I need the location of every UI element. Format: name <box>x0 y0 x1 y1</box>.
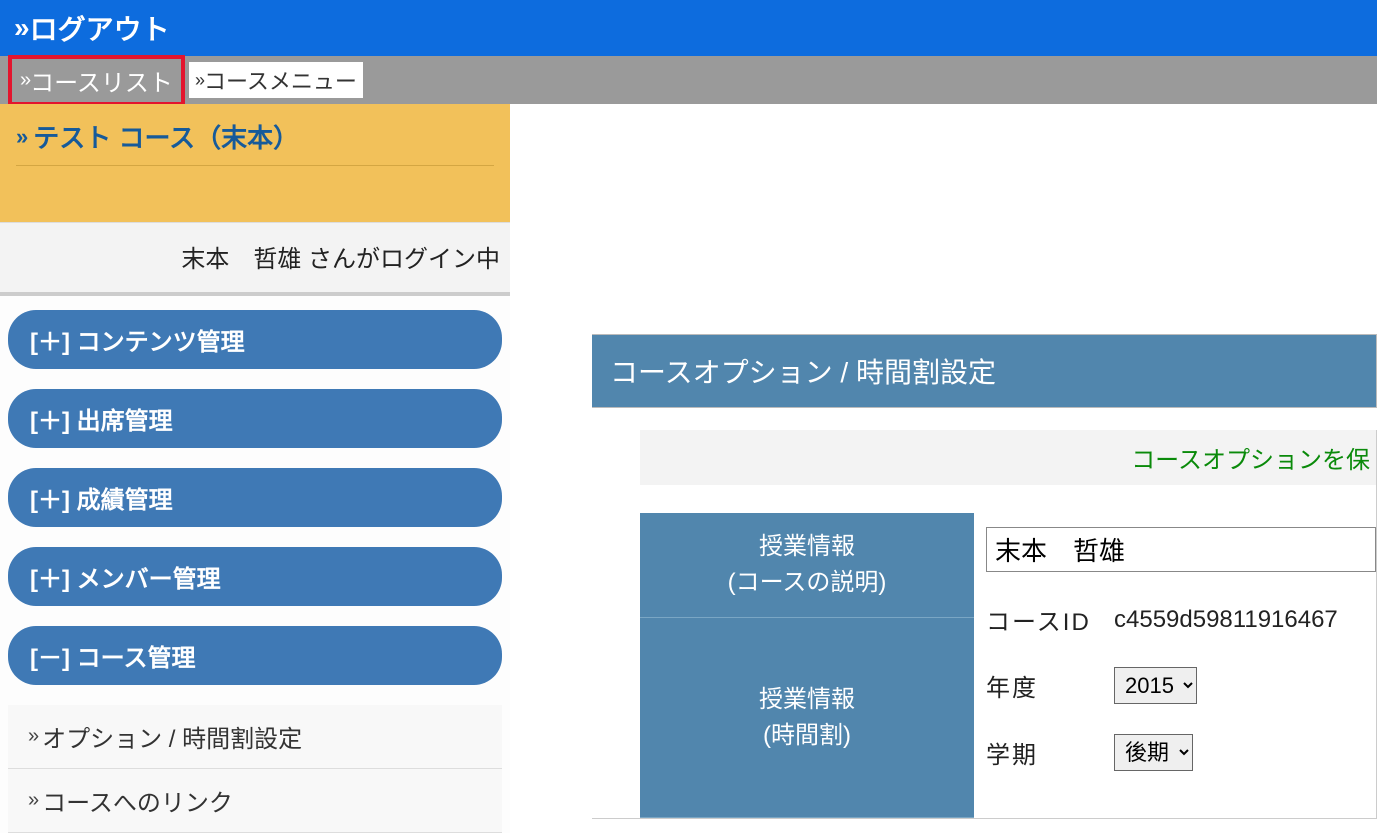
chevron-right-icon: » <box>28 789 34 812</box>
select-term[interactable]: 後期 <box>1114 734 1193 771</box>
sidebar-item-members[interactable]: [＋] メンバー管理 <box>8 547 502 606</box>
sidebar-subitem-courselink[interactable]: » コースへのリンク <box>8 769 502 833</box>
course-name-input[interactable] <box>986 527 1376 572</box>
sidebar-subitem-label: コースへのリンク <box>42 783 233 818</box>
chevron-right-icon: » <box>20 69 26 92</box>
chevron-right-icon: » <box>14 12 24 44</box>
table-header-class-info: 授業情報 (コースの説明) <box>640 513 974 618</box>
top-bar: » ログアウト <box>0 0 1377 56</box>
sidebar-item-contents[interactable]: [＋] コンテンツ管理 <box>8 310 502 369</box>
sidebar-menu: [＋] コンテンツ管理 [＋] 出席管理 [＋] 成績管理 [＋] メンバー管理… <box>0 296 510 833</box>
cell-line: 授業情報 <box>644 529 970 565</box>
select-year[interactable]: 2015 <box>1114 667 1197 704</box>
row-term: 学期 後期 <box>986 734 1376 771</box>
sidebar: » テスト コース（末本） 末本 哲雄 さんがログイン中 [＋] コンテンツ管理… <box>0 104 510 833</box>
panel-title: コースオプション / 時間割設定 <box>592 334 1377 408</box>
breadcrumb-bar: » コースリスト » コースメニュー <box>0 56 1377 104</box>
table-header-column: 授業情報 (コースの説明) 授業情報 (時間割) <box>640 513 974 818</box>
course-info-table: 授業情報 (コースの説明) 授業情報 (時間割) コースID c4559d598… <box>640 513 1376 818</box>
sidebar-item-attendance[interactable]: [＋] 出席管理 <box>8 389 502 448</box>
course-title: テスト コース（末本） <box>33 118 299 155</box>
table-header-timetable: 授業情報 (時間割) <box>640 618 974 818</box>
chevron-right-icon: » <box>28 725 34 748</box>
label-course-id: コースID <box>986 602 1114 637</box>
cell-line: (コースの説明) <box>644 565 970 601</box>
panel-body: コースオプションを保 授業情報 (コースの説明) 授業情報 (時間割) <box>592 430 1377 819</box>
breadcrumb-course-list[interactable]: » コースリスト <box>8 55 185 106</box>
login-status: 末本 哲雄 さんがログイン中 <box>0 222 510 296</box>
breadcrumb-label: コースメニュー <box>204 64 357 96</box>
success-message: コースオプションを保 <box>640 430 1376 485</box>
row-course-id: コースID c4559d59811916467 <box>986 602 1376 637</box>
sidebar-item-grades[interactable]: [＋] 成績管理 <box>8 468 502 527</box>
sidebar-item-course-mgmt[interactable]: [－] コース管理 <box>8 626 502 685</box>
sidebar-subitem-label: オプション / 時間割設定 <box>42 719 302 754</box>
table-value-column: コースID c4559d59811916467 年度 2015 学期 <box>974 513 1376 818</box>
course-header: » テスト コース（末本） <box>0 104 510 222</box>
chevron-right-icon: » <box>16 124 23 150</box>
breadcrumb-label: コースリスト <box>30 63 173 98</box>
breadcrumb-course-menu[interactable]: » コースメニュー <box>189 62 363 98</box>
logout-link[interactable]: ログアウト <box>30 8 170 48</box>
chevron-right-icon: » <box>195 70 200 91</box>
value-course-id: c4559d59811916467 <box>1114 606 1338 634</box>
main-area: コースオプション / 時間割設定 コースオプションを保 授業情報 (コースの説明… <box>510 104 1377 819</box>
label-year: 年度 <box>986 668 1114 703</box>
sidebar-subitem-options[interactable]: » オプション / 時間割設定 <box>8 705 502 769</box>
label-term: 学期 <box>986 735 1114 770</box>
cell-line: 授業情報 <box>644 682 970 718</box>
course-title-link[interactable]: » テスト コース（末本） <box>16 118 494 166</box>
row-year: 年度 2015 <box>986 667 1376 704</box>
cell-line: (時間割) <box>644 718 970 754</box>
